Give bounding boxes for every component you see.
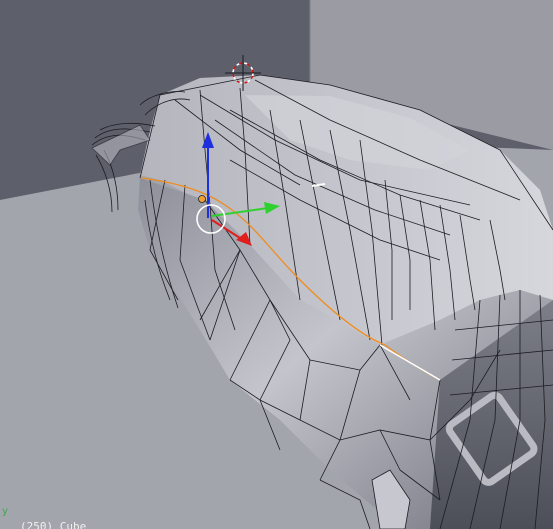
scene	[0, 0, 553, 529]
origin-dot	[198, 195, 206, 203]
axis-indicator: y	[2, 506, 8, 517]
object-info-label: (250) Cube	[20, 520, 87, 529]
3d-viewport[interactable]: y (250) Cube	[0, 0, 553, 529]
